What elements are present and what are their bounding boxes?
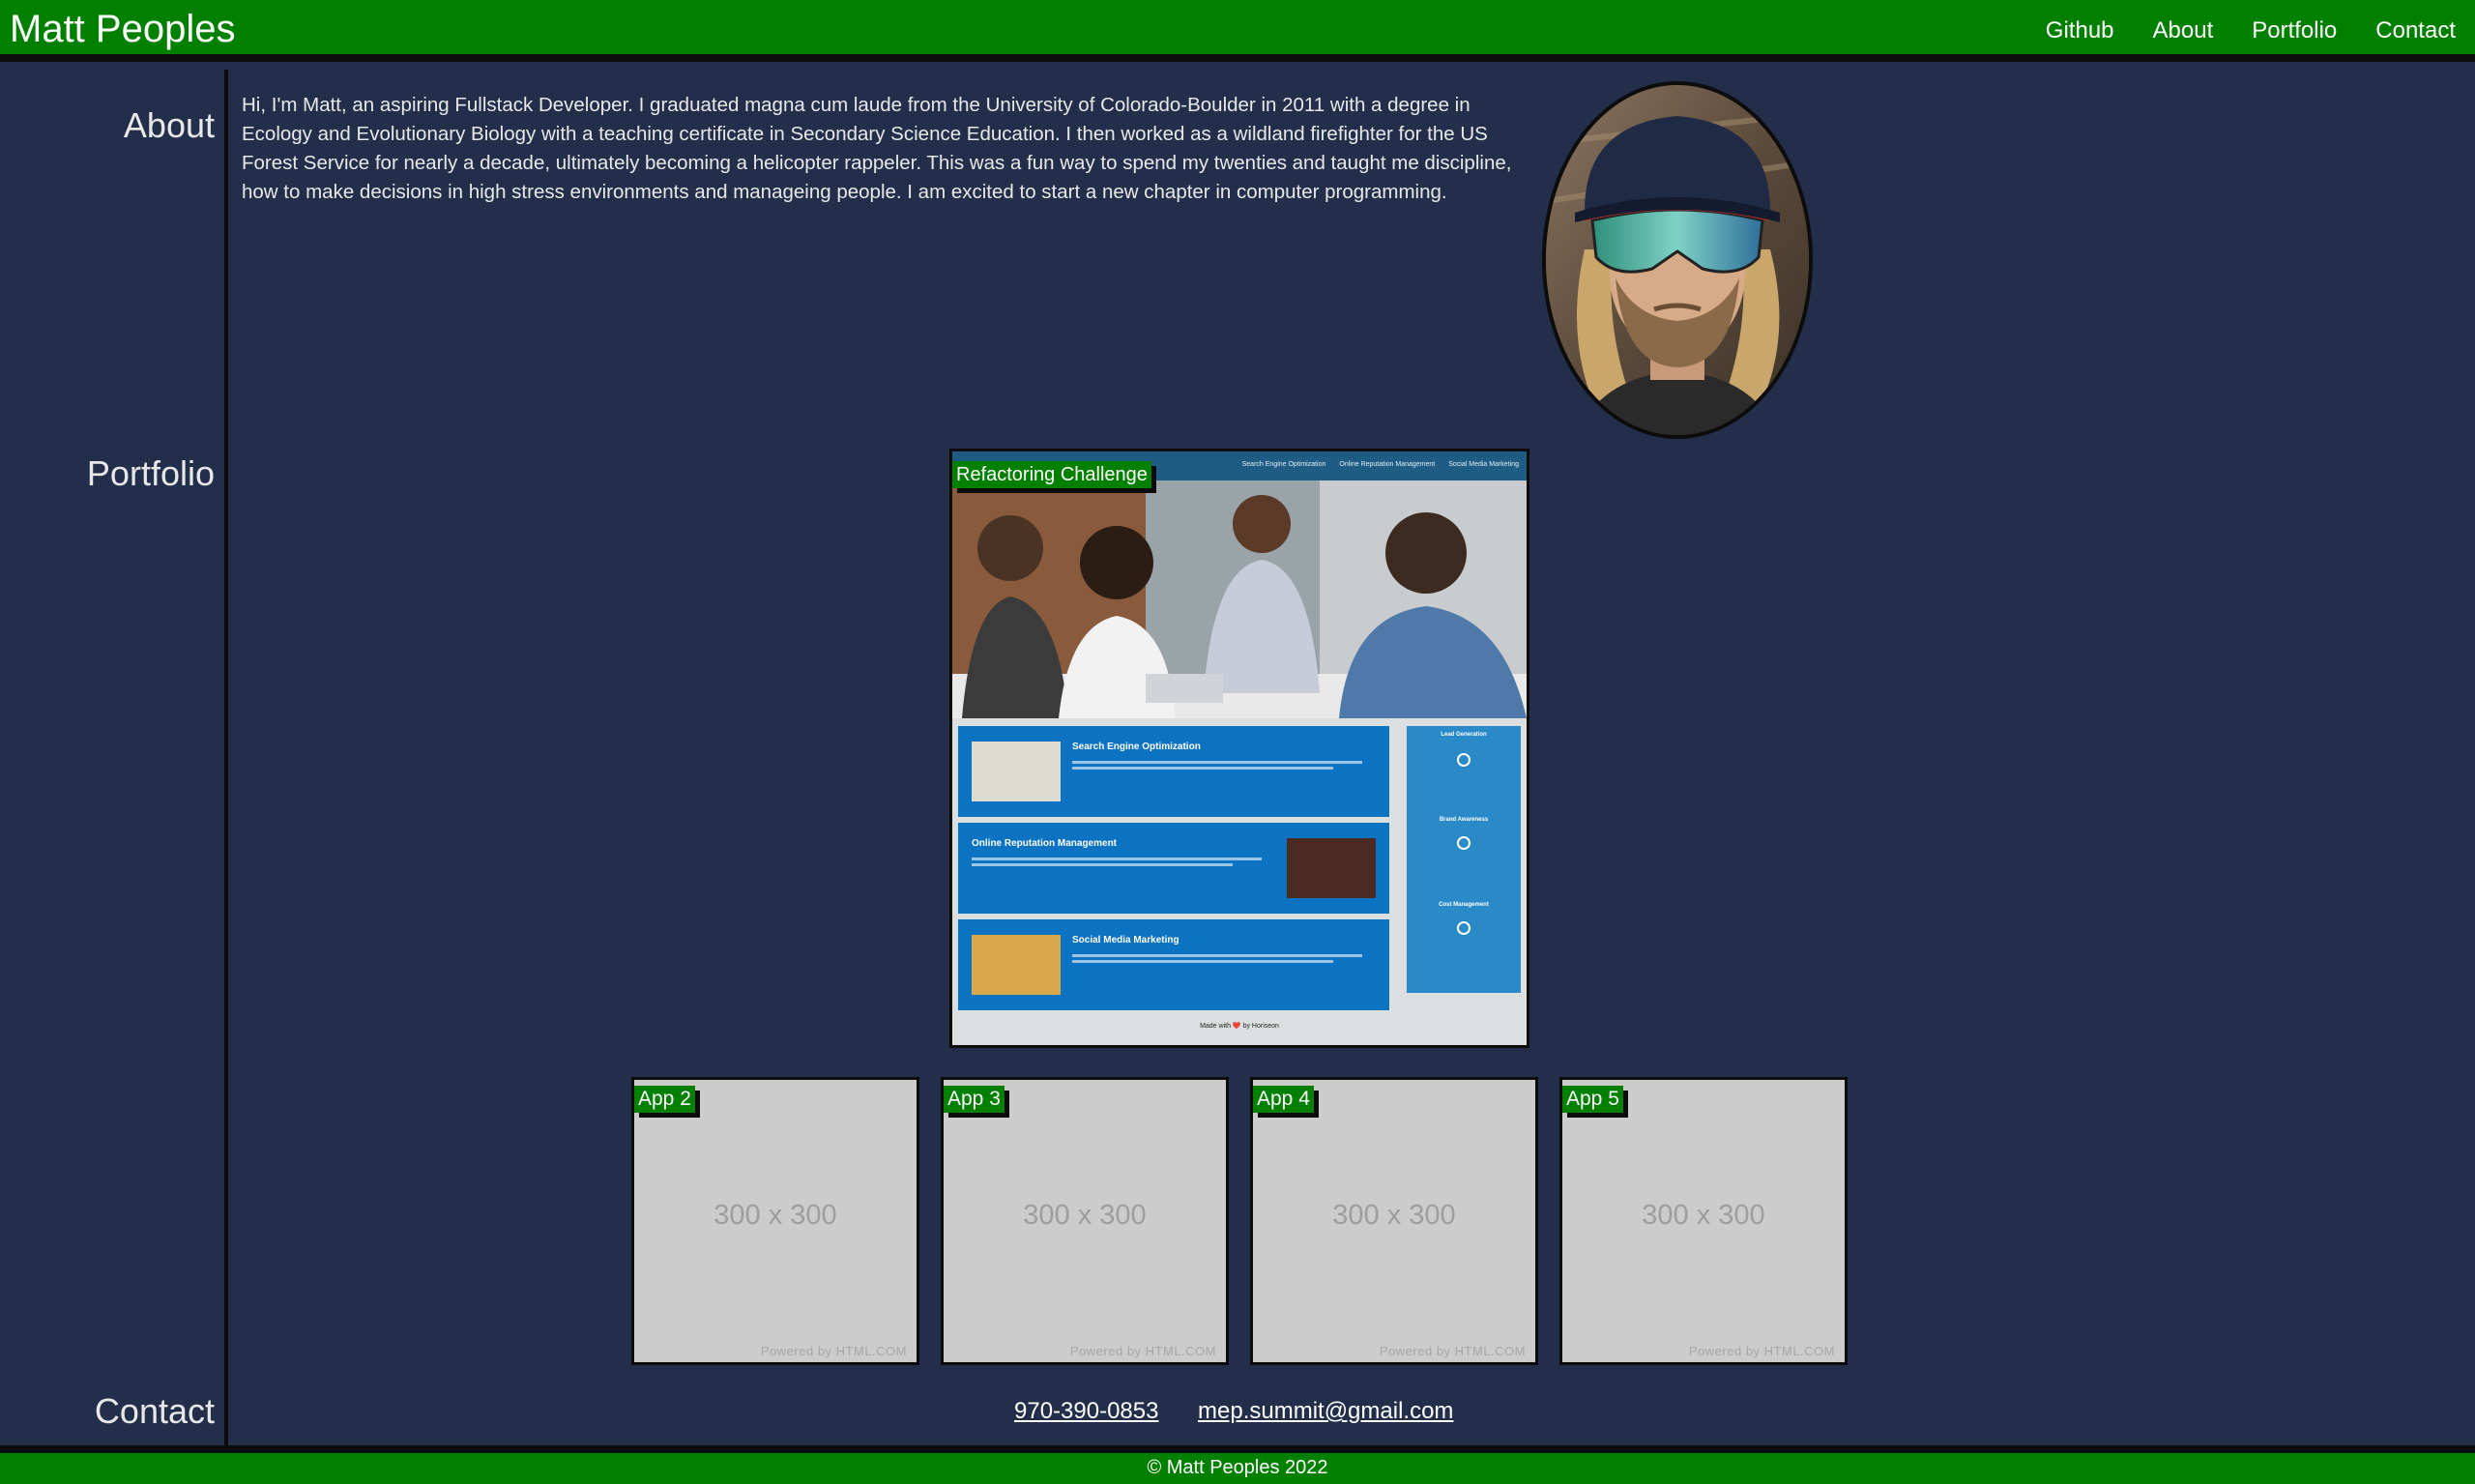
mock-benefits-sidebar: Lead Generation Brand Awareness Cost Man… bbox=[1407, 726, 1521, 993]
app-card-label[interactable]: App 4 bbox=[1253, 1086, 1314, 1113]
placeholder-size-text: 300 x 300 bbox=[713, 1200, 837, 1231]
mock-card-image bbox=[972, 935, 1061, 995]
section-label-contact: Contact bbox=[94, 1391, 215, 1431]
section-label-about: About bbox=[123, 105, 215, 145]
section-label-column: About Portfolio Contact bbox=[0, 70, 228, 1445]
mock-content-card: Social Media Marketing bbox=[958, 919, 1389, 1010]
mock-benefit-title: Cost Management bbox=[1439, 902, 1489, 908]
profile-photo-image bbox=[1546, 85, 1809, 435]
nav-link-github[interactable]: Github bbox=[2046, 17, 2114, 44]
about-paragraph: Hi, I'm Matt, an aspiring Fullstack Deve… bbox=[242, 94, 1512, 203]
app-card-label[interactable]: App 5 bbox=[1562, 1086, 1623, 1113]
site-header: Matt Peoples Github About Portfolio Cont… bbox=[0, 0, 2475, 62]
app-card-label[interactable]: App 2 bbox=[634, 1086, 695, 1113]
portfolio-app-card[interactable]: App 5 300 x 300 Powered by HTML.COM bbox=[1559, 1077, 1848, 1365]
section-label-portfolio: Portfolio bbox=[86, 453, 215, 493]
mock-card-title: Social Media Marketing bbox=[1072, 935, 1179, 946]
site-title: Matt Peoples bbox=[10, 8, 236, 50]
mock-card-title: Online Reputation Management bbox=[972, 838, 1118, 849]
contact-phone-link[interactable]: 970-390-0853 bbox=[1014, 1398, 1158, 1425]
profile-photo bbox=[1542, 81, 1813, 439]
nav-link-portfolio[interactable]: Portfolio bbox=[2252, 17, 2337, 44]
mock-card-title: Search Engine Optimization bbox=[1072, 742, 1201, 752]
main-nav: Github About Portfolio Contact bbox=[2007, 17, 2456, 44]
mock-nav-item: Online Reputation Management bbox=[1339, 461, 1436, 468]
placeholder-credit: Powered by HTML.COM bbox=[760, 1344, 907, 1358]
mock-card-image bbox=[972, 742, 1061, 801]
placeholder-credit: Powered by HTML.COM bbox=[1688, 1344, 1835, 1358]
nav-link-contact[interactable]: Contact bbox=[2375, 17, 2456, 44]
placeholder-size-text: 300 x 300 bbox=[1023, 1200, 1147, 1231]
app-card-label[interactable]: App 3 bbox=[944, 1086, 1005, 1113]
site-footer: © Matt Peoples 2022 bbox=[0, 1445, 2475, 1484]
placeholder-credit: Powered by HTML.COM bbox=[1379, 1344, 1526, 1358]
portfolio-app-card[interactable]: App 2 300 x 300 Powered by HTML.COM bbox=[631, 1077, 919, 1365]
mock-nav-item: Search Engine Optimization bbox=[1241, 461, 1326, 468]
mock-content-card: Online Reputation Management bbox=[958, 823, 1389, 914]
mock-site-nav: Search Engine Optimization Online Reputa… bbox=[1242, 461, 1519, 468]
contact-email-link[interactable]: mep.summit@gmail.com bbox=[1198, 1398, 1453, 1425]
mock-content-card: Search Engine Optimization bbox=[958, 726, 1389, 817]
mock-benefit-title: Brand Awareness bbox=[1439, 817, 1489, 823]
mock-hero-image bbox=[952, 480, 1527, 718]
mock-benefit-title: Lead Generation bbox=[1441, 732, 1487, 738]
portfolio-featured-card[interactable]: Refactoring Challenge Search Engine Opti… bbox=[949, 449, 1529, 1048]
placeholder-size-text: 300 x 300 bbox=[1332, 1200, 1456, 1231]
placeholder-credit: Powered by HTML.COM bbox=[1069, 1344, 1216, 1358]
mock-site-footer: Made with ❤️ by Horiseon bbox=[1200, 1023, 1279, 1030]
nav-link-about[interactable]: About bbox=[2153, 17, 2214, 44]
portfolio-app-card[interactable]: App 4 300 x 300 Powered by HTML.COM bbox=[1250, 1077, 1538, 1365]
mock-nav-item: Social Media Marketing bbox=[1448, 461, 1519, 468]
portfolio-featured-label[interactable]: Refactoring Challenge bbox=[952, 461, 1151, 488]
mock-card-image bbox=[1287, 838, 1376, 898]
portfolio-app-card[interactable]: App 3 300 x 300 Powered by HTML.COM bbox=[941, 1077, 1229, 1365]
footer-copyright: © Matt Peoples 2022 bbox=[1147, 1457, 1328, 1478]
placeholder-size-text: 300 x 300 bbox=[1642, 1200, 1765, 1231]
